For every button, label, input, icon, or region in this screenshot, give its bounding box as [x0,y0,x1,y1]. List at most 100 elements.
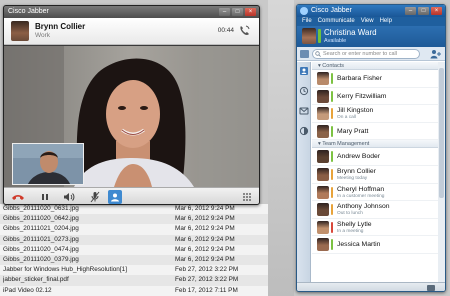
group-title: Contacts [322,63,345,69]
file-name: jabber_sticker_final.pdf [3,276,69,284]
search-icon [315,51,321,57]
presence-indicator [331,73,333,84]
maximize-button[interactable]: □ [418,7,429,15]
file-row[interactable]: Gibbs_20111020_0642.jpg Mar 6, 2012 9:24 … [0,214,268,225]
file-date: Mar 6, 2012 9:24 PM [175,245,235,253]
presence-indicator [331,204,333,216]
menu-view[interactable]: View [361,17,374,26]
contact-name: Mary Pratt [337,127,369,135]
recent-calls-tab-icon[interactable] [299,86,309,96]
jabber-logo-icon [300,7,308,15]
file-date: Mar 6, 2012 9:24 PM [175,235,235,243]
call-quality-icon[interactable] [238,24,251,37]
contact-avatar [317,167,329,181]
contact-item[interactable]: Kerry Fitzwilliam [312,88,438,106]
user-avatar[interactable] [302,28,316,44]
user-name: Christina Ward [324,28,377,37]
file-row[interactable]: Gibbs_20111020_0379.jpg Mar 6, 2012 9:24 … [0,254,268,266]
file-row[interactable]: Gibbs_20111020_0474.jpg Mar 6, 2012 9:24 … [0,244,268,255]
file-date: Feb 17, 2012 7:11 PM [175,286,238,294]
maximize-button[interactable]: □ [232,8,243,16]
file-name: Gibbs_20111020_0642.jpg [3,215,79,223]
contact-avatar [317,185,329,199]
group-header[interactable]: ▾ Team Management [312,140,438,149]
presence-indicator [331,239,333,251]
meetings-tab-icon[interactable] [299,126,309,136]
contact-name: Andrew Boder [337,153,381,161]
contact-item[interactable]: Brynn Collier Meeting today [312,166,438,184]
phone-mode-icon[interactable] [427,285,435,291]
caller-avatar [11,21,29,41]
contact-avatar [317,238,329,252]
speaker-icon [64,193,75,201]
file-row[interactable]: Jabber for Windows Hub_HighResolution[1]… [0,265,268,276]
presence-indicator [331,125,333,137]
call-window-titlebar[interactable]: Cisco Jabber – □ × [4,6,259,18]
dialpad-toggle-icon[interactable] [300,50,309,58]
volume-button[interactable] [62,190,76,204]
contact-status-note: Out to lunch [337,211,363,217]
microphone-muted-icon [90,191,100,203]
contact-name: Shelly Lytle [337,220,372,228]
contact-item[interactable]: Barbara Fisher [312,70,438,88]
contact-item[interactable]: Cheryl Hoffman In a customer meeting [312,184,438,202]
contact-item[interactable]: Jessica Martin [312,236,438,254]
file-date: Mar 6, 2012 9:24 PM [175,205,235,212]
group-title: Team Management [322,141,370,148]
contact-avatar [317,107,329,121]
self-view-video[interactable] [12,143,84,185]
contact-item[interactable]: Jill Kingston On a call [312,105,438,123]
menu-file[interactable]: File [302,17,312,26]
menu-help[interactable]: Help [380,17,392,26]
remote-video [4,46,259,187]
add-contact-icon[interactable] [429,49,441,59]
file-row[interactable]: Gibbs_20111020_0631.jpg Mar 6, 2012 9:24 … [0,204,268,215]
menu-communicate[interactable]: Communicate [318,17,355,26]
contact-item[interactable]: Andrew Boder [312,148,438,166]
menu-bar: File Communicate View Help [297,17,445,26]
file-row[interactable]: Gibbs_20111021_0204.jpg Mar 6, 2012 9:24 … [0,224,268,235]
scrollbar-thumb[interactable] [439,68,444,198]
contact-avatar [317,220,329,234]
contact-item[interactable]: Anthony Johnson Out to lunch [312,201,438,219]
hold-button[interactable] [38,190,52,204]
contact-avatar [317,150,329,164]
desktop-gutter [268,0,294,296]
end-call-button[interactable] [11,190,25,204]
minimize-button[interactable]: – [405,7,416,15]
mute-button[interactable] [88,190,102,204]
contact-status-note: Meeting today [337,175,368,181]
presence-indicator [331,90,333,102]
user-header: Christina Ward Available [297,26,445,47]
voicemail-tab-icon[interactable] [299,106,309,116]
presence-indicator [331,108,333,120]
contacts-tab-icon[interactable] [299,66,309,76]
contact-name: Jill Kingston [337,107,374,115]
contacts-scrollbar[interactable] [438,62,445,282]
close-button[interactable]: × [431,7,442,15]
contact-avatar [317,203,329,217]
contact-item[interactable]: Shelly Lytle In a meeting [312,219,438,237]
contact-status-note: In a meeting [337,228,364,234]
user-status-selector[interactable]: Available [324,38,346,44]
keypad-button[interactable] [240,190,254,204]
jabber-main-window: Cisco Jabber – □ × File Communicate View… [296,4,446,292]
file-row[interactable]: jabber_sticker_final.pdf Feb 27, 2012 3:2… [0,275,268,286]
contact-name: Barbara Fisher [337,75,382,82]
call-header: Brynn Collier Work 00:44 [4,18,259,45]
video-toggle-button[interactable] [108,190,122,204]
pause-icon [42,194,48,200]
search-input[interactable]: Search or enter number to call [312,49,420,59]
file-name: Gibbs_20111021_0204.jpg [3,225,79,233]
file-date: Mar 6, 2012 9:24 PM [175,225,235,233]
jabber-title: Cisco Jabber [311,7,352,14]
jabber-titlebar[interactable]: Cisco Jabber – □ × [297,5,445,17]
file-row[interactable]: iPad Video 02.12 Feb 17, 2012 7:11 PM [0,285,268,296]
contact-item[interactable]: Mary Pratt [312,123,438,141]
group-header[interactable]: ▾ Contacts [312,62,438,70]
file-name: iPad Video 02.12 [3,286,52,294]
close-button[interactable]: × [245,8,256,16]
contact-name: Cheryl Hoffman [337,185,385,193]
minimize-button[interactable]: – [219,8,230,16]
file-row[interactable]: Gibbs_20111021_0273.jpg Mar 6, 2012 9:24 … [0,234,268,245]
